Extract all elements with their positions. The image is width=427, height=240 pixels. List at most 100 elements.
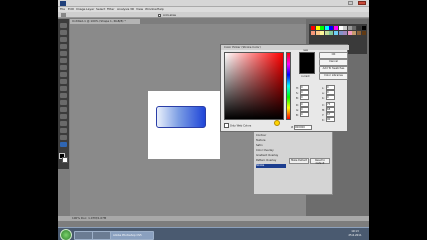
current-label: current xyxy=(301,75,310,78)
current-color-swatch[interactable] xyxy=(300,63,314,73)
tools-panel xyxy=(58,19,69,169)
c-field[interactable]: C: 75 xyxy=(322,102,335,107)
g-field[interactable]: G: 0 xyxy=(296,107,309,112)
hex-input[interactable]: 000000 xyxy=(294,125,313,130)
style-satin[interactable]: Satin xyxy=(256,144,286,148)
style-contour[interactable]: Contour xyxy=(256,134,286,138)
add-to-swatches-button[interactable]: Add To Swatches xyxy=(319,66,348,73)
swatch[interactable] xyxy=(311,31,315,35)
make-default-button[interactable]: Make Default xyxy=(289,158,309,164)
swatch[interactable] xyxy=(347,26,352,30)
swatch[interactable] xyxy=(338,26,343,30)
l-field[interactable]: L: 0 xyxy=(322,85,335,90)
style-pattern-overlay[interactable]: Pattern Overlay xyxy=(256,159,286,163)
move-tool-icon[interactable] xyxy=(60,23,67,28)
new-color-swatch xyxy=(300,53,314,63)
highlight-cursor-icon xyxy=(274,120,280,126)
swatch[interactable] xyxy=(334,31,338,35)
marquee-tool-icon[interactable] xyxy=(60,30,67,35)
swatch[interactable] xyxy=(357,31,361,35)
screen: File Edit Image Layer Select Filter Anal… xyxy=(0,0,427,240)
close-icon[interactable] xyxy=(358,1,366,5)
taskbar-media-icon[interactable] xyxy=(92,231,112,240)
path-select-tool-icon[interactable] xyxy=(60,135,67,140)
color-picker-dialog: Color Picker (Stroke Color) new current … xyxy=(220,44,349,132)
history-brush-tool-icon[interactable] xyxy=(60,86,67,91)
type-tool-icon[interactable] xyxy=(60,128,67,133)
color-libraries-button[interactable]: Color Libraries xyxy=(319,73,348,80)
tool-preset-icon[interactable] xyxy=(61,13,66,17)
swatch[interactable] xyxy=(343,31,348,35)
style-texture[interactable]: Texture xyxy=(256,139,286,143)
hex-row: # 000000 xyxy=(291,125,341,130)
hue-slider[interactable] xyxy=(286,52,291,120)
swatch[interactable] xyxy=(329,31,334,35)
swatch[interactable] xyxy=(361,26,366,30)
swatch[interactable] xyxy=(334,26,338,30)
style-gradient-overlay[interactable]: Gradient Overlay xyxy=(256,154,286,158)
shape-tool-icon[interactable] xyxy=(60,142,67,147)
title-bar xyxy=(58,0,369,7)
a-field[interactable]: a: 0 xyxy=(322,90,335,95)
lasso-tool-icon[interactable] xyxy=(60,37,67,42)
swatch[interactable] xyxy=(329,26,334,30)
clock-date: 25.6.2011 xyxy=(348,234,362,237)
cancel-button[interactable]: Cancel xyxy=(319,59,348,66)
reset-default-button[interactable]: Reset to Default xyxy=(310,158,330,165)
swatch[interactable] xyxy=(315,31,320,35)
only-web-colors-label: Only Web Colors xyxy=(229,124,252,128)
background-color-swatch[interactable] xyxy=(62,157,68,163)
style-stroke[interactable]: Stroke xyxy=(256,164,286,168)
new-current-preview xyxy=(299,52,315,74)
swatch[interactable] xyxy=(315,26,320,30)
blur-tool-icon[interactable] xyxy=(60,107,67,112)
swatch[interactable] xyxy=(324,26,329,30)
swatch[interactable] xyxy=(347,31,352,35)
blue-field[interactable]: B: 0 xyxy=(296,112,309,117)
ps-logo-icon xyxy=(60,1,66,6)
style-color-overlay[interactable]: Color Overlay xyxy=(256,149,286,153)
minimize-icon[interactable] xyxy=(348,1,353,5)
antialias-label: Anti-alias xyxy=(163,13,177,17)
new-label: new xyxy=(303,49,308,52)
swatch[interactable] xyxy=(324,31,329,35)
k-field[interactable]: K: 90 xyxy=(322,117,335,122)
swatch[interactable] xyxy=(352,26,357,30)
saturation-brightness-field[interactable] xyxy=(224,52,284,120)
h-field[interactable]: H: 0 xyxy=(296,85,309,90)
swatch[interactable] xyxy=(320,31,325,35)
swatch[interactable] xyxy=(338,31,343,35)
only-web-colors-checkbox[interactable] xyxy=(224,123,229,128)
dodge-tool-icon[interactable] xyxy=(60,114,67,119)
eraser-tool-icon[interactable] xyxy=(60,93,67,98)
swatch[interactable] xyxy=(357,26,361,30)
gradient-tool-icon[interactable] xyxy=(60,100,67,105)
b-field[interactable]: B: 0 xyxy=(296,95,309,100)
eyedropper-tool-icon[interactable] xyxy=(60,58,67,63)
system-clock: 19:13 25.6.2011 xyxy=(344,230,366,238)
ok-button[interactable]: OK xyxy=(319,52,348,59)
y-field[interactable]: Y: 67 xyxy=(322,112,335,117)
antialias-checkbox[interactable] xyxy=(158,13,161,17)
r-field[interactable]: R: 0 xyxy=(296,102,309,107)
swatch[interactable] xyxy=(343,26,348,30)
stamp-tool-icon[interactable] xyxy=(60,79,67,84)
status-bar: 100% Doc: 1.07M/1.07M xyxy=(58,216,369,221)
lab-b-field[interactable]: b: 0 xyxy=(322,95,335,100)
pen-tool-icon[interactable] xyxy=(60,121,67,126)
taskbar-photoshop-button[interactable]: Adobe Photoshop CS5 xyxy=(110,231,154,240)
taskbar-folder-icon[interactable] xyxy=(74,231,94,240)
swatch[interactable] xyxy=(311,26,315,30)
options-bar: Anti-alias xyxy=(58,12,369,18)
m-field[interactable]: M: 68 xyxy=(322,107,335,112)
swatch[interactable] xyxy=(352,31,357,35)
windows-taskbar: Adobe Photoshop CS5 19:13 25.6.2011 xyxy=(58,227,369,240)
swatch[interactable] xyxy=(320,26,325,30)
quick-select-tool-icon[interactable] xyxy=(60,44,67,49)
start-button-icon[interactable] xyxy=(60,229,72,240)
crop-tool-icon[interactable] xyxy=(60,51,67,56)
healing-tool-icon[interactable] xyxy=(60,65,67,70)
s-field[interactable]: S: 0 xyxy=(296,90,309,95)
swatch[interactable] xyxy=(361,31,366,35)
brush-tool-icon[interactable] xyxy=(60,72,67,77)
